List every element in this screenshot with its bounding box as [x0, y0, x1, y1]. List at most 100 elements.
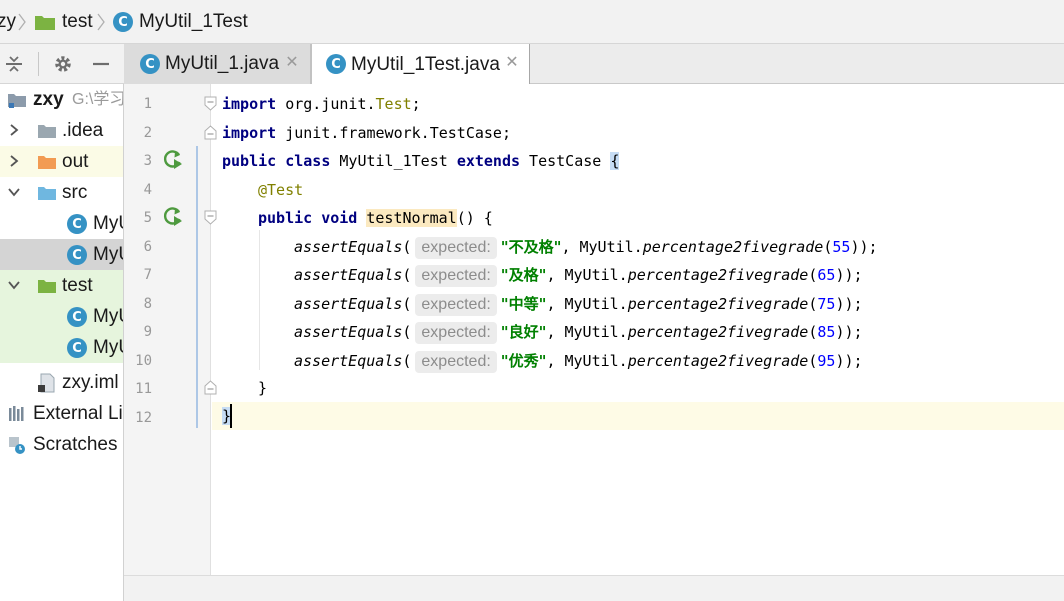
close-icon[interactable]: ✕ — [285, 55, 299, 71]
method-call: assertEquals — [294, 238, 403, 256]
close-icon[interactable]: ✕ — [505, 55, 519, 71]
project-tree: zxy G:\学习 .idea out src C MyUtil C MyUti… — [0, 84, 124, 601]
tree-item-label: MyUtil_1Test — [93, 337, 123, 358]
run-test-class-icon[interactable] — [162, 148, 184, 170]
fold-end-icon[interactable] — [204, 125, 217, 140]
line-number: 8 — [143, 296, 152, 312]
punctuation: , — [546, 352, 565, 370]
code-editor[interactable]: 1 2 3 4 5 6 7 8 9 10 11 12 import org.ju… — [124, 84, 1064, 575]
punctuation: ; — [411, 95, 421, 113]
keyword: import — [222, 124, 277, 142]
closing-brace: } — [258, 379, 268, 397]
hide-icon[interactable] — [89, 52, 113, 76]
test-class-icon: C — [67, 338, 87, 358]
punctuation: () { — [456, 209, 493, 227]
tab-myutil-1-java[interactable]: C MyUtil_1.java ✕ — [124, 44, 311, 84]
breadcrumb-item-test[interactable]: test — [34, 0, 93, 44]
tree-item-label: .idea — [62, 120, 104, 141]
module-folder-icon — [8, 94, 26, 108]
parameter-hint: expected: — [415, 322, 497, 344]
class-name: MyUtil_1Test — [330, 152, 457, 170]
keyword: extends — [456, 152, 521, 170]
code-line-1: import org.junit.Test; — [222, 90, 421, 118]
breadcrumb-item-class[interactable]: C MyUtil_1Test — [113, 0, 248, 44]
tree-item-myutiltest[interactable]: C MyUtilTest — [0, 301, 123, 332]
code-line-7: assertEquals(expected: "及格", MyUtil.perce… — [294, 261, 863, 289]
punctuation: )); — [850, 238, 878, 256]
toolbar-divider — [38, 52, 39, 76]
number-literal: 95 — [817, 352, 836, 370]
fold-marker-icon[interactable] — [204, 210, 217, 225]
tree-item-zxy-iml[interactable]: zxy.iml — [0, 367, 123, 398]
punctuation: ( — [402, 295, 412, 313]
annotation: @Test — [258, 181, 304, 199]
collapse-all-icon[interactable] — [2, 52, 26, 76]
source-folder-icon — [38, 187, 56, 200]
string-literal: "良好" — [500, 323, 547, 341]
gear-icon[interactable] — [51, 52, 75, 76]
test-class-icon: C — [67, 307, 87, 327]
tree-item-external-libraries[interactable]: External Libraries — [0, 398, 123, 429]
class-reference: MyUtil. — [564, 295, 628, 313]
punctuation: ( — [402, 238, 412, 256]
line-number: 10 — [135, 353, 152, 369]
punctuation: )); — [835, 295, 863, 313]
tree-item-label: MyUtil_1 — [93, 244, 123, 265]
number-literal: 65 — [817, 266, 836, 284]
tree-item-label: src — [62, 182, 88, 203]
run-test-method-icon[interactable] — [162, 205, 184, 227]
tree-item-myutil-1[interactable]: C MyUtil_1 — [0, 239, 123, 270]
breadcrumb-label: MyUtil_1Test — [139, 11, 248, 32]
parameter-hint: expected: — [415, 351, 497, 373]
line-number: 2 — [143, 125, 152, 141]
line-number: 4 — [143, 182, 152, 198]
breadcrumb-item-project[interactable]: zy — [0, 0, 16, 44]
tab-label: MyUtil_1Test.java — [351, 53, 500, 75]
folder-icon — [35, 16, 55, 30]
fold-marker-icon[interactable] — [204, 96, 217, 111]
chevron-right-icon[interactable] — [8, 155, 20, 167]
imported-class: Test — [375, 95, 412, 113]
tree-item-zxy[interactable]: zxy G:\学习 — [0, 84, 123, 115]
string-literal: "优秀" — [500, 352, 547, 370]
superclass-name: TestCase — [520, 152, 611, 170]
current-line-highlight — [212, 402, 1064, 430]
package-name: org.junit. — [276, 95, 376, 113]
keyword: import — [222, 95, 277, 113]
chevron-down-icon[interactable] — [8, 279, 20, 291]
folder-icon — [38, 125, 56, 138]
tree-item-idea[interactable]: .idea — [0, 115, 123, 146]
class-icon: C — [140, 54, 160, 74]
tree-item-myutil-1test[interactable]: C MyUtil_1Test — [0, 332, 123, 363]
tree-item-label: MyUtilTest — [93, 306, 123, 327]
tree-item-myutil[interactable]: C MyUtil — [0, 208, 123, 239]
excluded-folder-icon — [38, 156, 56, 169]
tree-item-out[interactable]: out — [0, 146, 123, 177]
tab-myutil-1test-java[interactable]: C MyUtil_1Test.java ✕ — [311, 44, 530, 85]
string-literal: "及格" — [500, 266, 547, 284]
navigation-bar: zy test C MyUtil_1Test — [0, 0, 1064, 44]
method-call: percentage2fivegrade — [627, 266, 809, 284]
test-class-icon: C — [113, 12, 133, 32]
tree-item-src[interactable]: src — [0, 177, 123, 208]
line-number: 12 — [135, 410, 152, 426]
method-call: percentage2fivegrade — [642, 238, 824, 256]
tree-item-test[interactable]: test — [0, 270, 123, 301]
number-literal: 85 — [817, 323, 836, 341]
project-toolbar — [0, 44, 124, 84]
tree-item-label: zxy.iml — [62, 372, 119, 393]
code-line-4: @Test — [258, 176, 303, 204]
chevron-right-icon[interactable] — [8, 124, 20, 136]
tree-item-scratches[interactable]: Scratches and Consoles — [0, 429, 123, 460]
method-call: assertEquals — [294, 352, 403, 370]
code-line-5: public void testNormal() { — [258, 204, 493, 232]
fold-end-icon[interactable] — [204, 380, 217, 395]
iml-file-icon — [38, 373, 55, 393]
string-literal: "不及格" — [500, 238, 562, 256]
number-literal: 55 — [832, 238, 851, 256]
punctuation: ( — [402, 266, 412, 284]
punctuation: ( — [402, 323, 412, 341]
editor-horizontal-scrollbar[interactable] — [124, 575, 1064, 601]
scope-indicator — [196, 146, 198, 428]
chevron-down-icon[interactable] — [8, 186, 20, 198]
